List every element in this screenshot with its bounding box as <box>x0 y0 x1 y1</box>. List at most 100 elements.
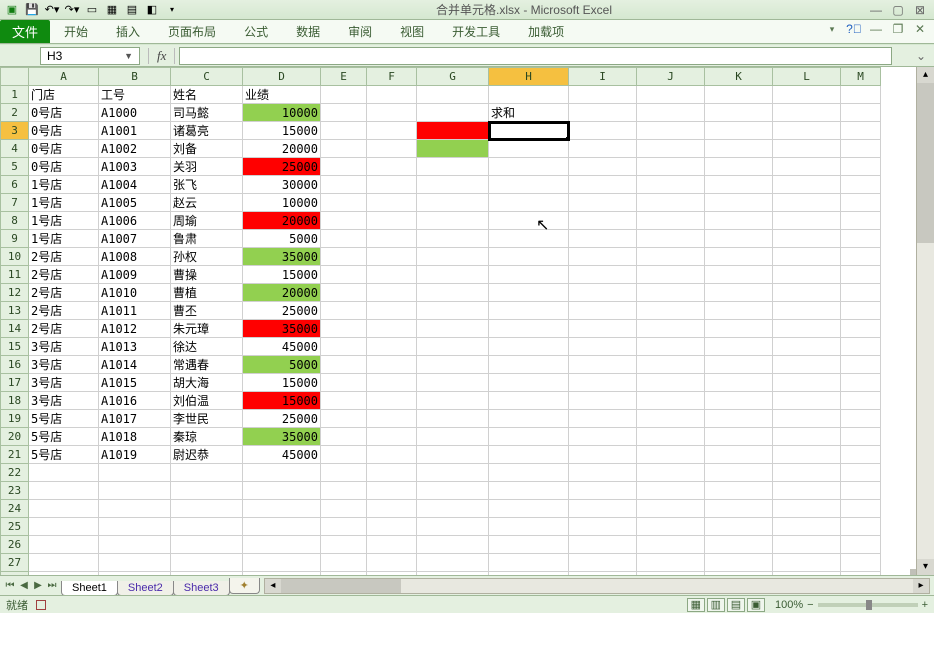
cell-E8[interactable] <box>321 212 367 230</box>
cell-B24[interactable] <box>99 500 171 518</box>
cell-I17[interactable] <box>569 374 637 392</box>
col-header-L[interactable]: L <box>773 68 841 86</box>
cell-F12[interactable] <box>367 284 417 302</box>
cell-D22[interactable] <box>243 464 321 482</box>
cell-I1[interactable] <box>569 86 637 104</box>
cell-I9[interactable] <box>569 230 637 248</box>
cell-E23[interactable] <box>321 482 367 500</box>
cell-A4[interactable]: 0号店 <box>29 140 99 158</box>
scroll-right-icon[interactable]: ▸ <box>913 579 929 593</box>
cell-I27[interactable] <box>569 554 637 572</box>
cell-L2[interactable] <box>773 104 841 122</box>
cell-G25[interactable] <box>417 518 489 536</box>
cell-B10[interactable]: A1008 <box>99 248 171 266</box>
cell-J16[interactable] <box>637 356 705 374</box>
cell-B26[interactable] <box>99 536 171 554</box>
row-header-9[interactable]: 9 <box>1 230 29 248</box>
new-sheet-button[interactable]: ✦ <box>229 578 260 594</box>
cell-K19[interactable] <box>705 410 773 428</box>
cell-M7[interactable] <box>841 194 881 212</box>
cell-C3[interactable]: 诸葛亮 <box>171 122 243 140</box>
cell-F4[interactable] <box>367 140 417 158</box>
cell-M13[interactable] <box>841 302 881 320</box>
undo-icon[interactable]: ↶▾ <box>44 2 60 18</box>
sheet-tab-sheet1[interactable]: Sheet1 <box>61 581 118 596</box>
cell-J20[interactable] <box>637 428 705 446</box>
cell-D11[interactable]: 15000 <box>243 266 321 284</box>
cell-L11[interactable] <box>773 266 841 284</box>
tab-developer[interactable]: 开发工具 <box>438 20 514 43</box>
col-header-J[interactable]: J <box>637 68 705 86</box>
cell-D21[interactable]: 45000 <box>243 446 321 464</box>
cell-L23[interactable] <box>773 482 841 500</box>
cell-L7[interactable] <box>773 194 841 212</box>
cell-K24[interactable] <box>705 500 773 518</box>
col-header-E[interactable]: E <box>321 68 367 86</box>
cell-B3[interactable]: A1001 <box>99 122 171 140</box>
cell-J12[interactable] <box>637 284 705 302</box>
cell-H4[interactable] <box>489 140 569 158</box>
cell-J21[interactable] <box>637 446 705 464</box>
scroll-up-icon[interactable]: ▴ <box>917 67 934 83</box>
cell-C17[interactable]: 胡大海 <box>171 374 243 392</box>
sheet-tab-sheet3[interactable]: Sheet3 <box>173 581 230 596</box>
cell-H6[interactable] <box>489 176 569 194</box>
select-all-corner[interactable] <box>1 68 29 86</box>
cell-B15[interactable]: A1013 <box>99 338 171 356</box>
cell-C10[interactable]: 孙权 <box>171 248 243 266</box>
cell-A18[interactable]: 3号店 <box>29 392 99 410</box>
cell-K10[interactable] <box>705 248 773 266</box>
cell-J5[interactable] <box>637 158 705 176</box>
cell-J4[interactable] <box>637 140 705 158</box>
qat-icon[interactable]: ▭ <box>84 2 100 18</box>
cell-A15[interactable]: 3号店 <box>29 338 99 356</box>
row-header-4[interactable]: 4 <box>1 140 29 158</box>
cell-D18[interactable]: 15000 <box>243 392 321 410</box>
ribbon-minimize-icon[interactable]: ▾ <box>824 24 840 35</box>
cell-A14[interactable]: 2号店 <box>29 320 99 338</box>
cell-D1[interactable]: 业绩 <box>243 86 321 104</box>
cell-K4[interactable] <box>705 140 773 158</box>
cell-L20[interactable] <box>773 428 841 446</box>
cell-A22[interactable] <box>29 464 99 482</box>
cell-I10[interactable] <box>569 248 637 266</box>
cell-D13[interactable]: 25000 <box>243 302 321 320</box>
cell-K13[interactable] <box>705 302 773 320</box>
cell-I26[interactable] <box>569 536 637 554</box>
cell-L27[interactable] <box>773 554 841 572</box>
cell-E25[interactable] <box>321 518 367 536</box>
cell-K14[interactable] <box>705 320 773 338</box>
cell-E14[interactable] <box>321 320 367 338</box>
cell-M19[interactable] <box>841 410 881 428</box>
workbook-minimize-icon[interactable]: — <box>868 22 884 36</box>
cell-A5[interactable]: 0号店 <box>29 158 99 176</box>
cell-M9[interactable] <box>841 230 881 248</box>
cell-G7[interactable] <box>417 194 489 212</box>
workbook-restore-icon[interactable]: ❐ <box>890 22 906 36</box>
cell-M12[interactable] <box>841 284 881 302</box>
qat-icon[interactable]: ▤ <box>124 2 140 18</box>
cell-M2[interactable] <box>841 104 881 122</box>
cell-F16[interactable] <box>367 356 417 374</box>
horizontal-scrollbar[interactable]: ◂ ▸ <box>264 578 930 594</box>
tab-data[interactable]: 数据 <box>282 20 334 43</box>
cell-M15[interactable] <box>841 338 881 356</box>
cell-G19[interactable] <box>417 410 489 428</box>
cell-E1[interactable] <box>321 86 367 104</box>
cell-K9[interactable] <box>705 230 773 248</box>
col-header-C[interactable]: C <box>171 68 243 86</box>
sheet-nav-last-icon[interactable]: ⏭ <box>46 580 58 591</box>
cell-G27[interactable] <box>417 554 489 572</box>
col-header-F[interactable]: F <box>367 68 417 86</box>
cell-G18[interactable] <box>417 392 489 410</box>
cell-L12[interactable] <box>773 284 841 302</box>
cell-B23[interactable] <box>99 482 171 500</box>
cell-B18[interactable]: A1016 <box>99 392 171 410</box>
cell-B25[interactable] <box>99 518 171 536</box>
cell-C12[interactable]: 曹植 <box>171 284 243 302</box>
cell-I21[interactable] <box>569 446 637 464</box>
cell-L3[interactable] <box>773 122 841 140</box>
cell-E3[interactable] <box>321 122 367 140</box>
cell-C23[interactable] <box>171 482 243 500</box>
cell-J14[interactable] <box>637 320 705 338</box>
